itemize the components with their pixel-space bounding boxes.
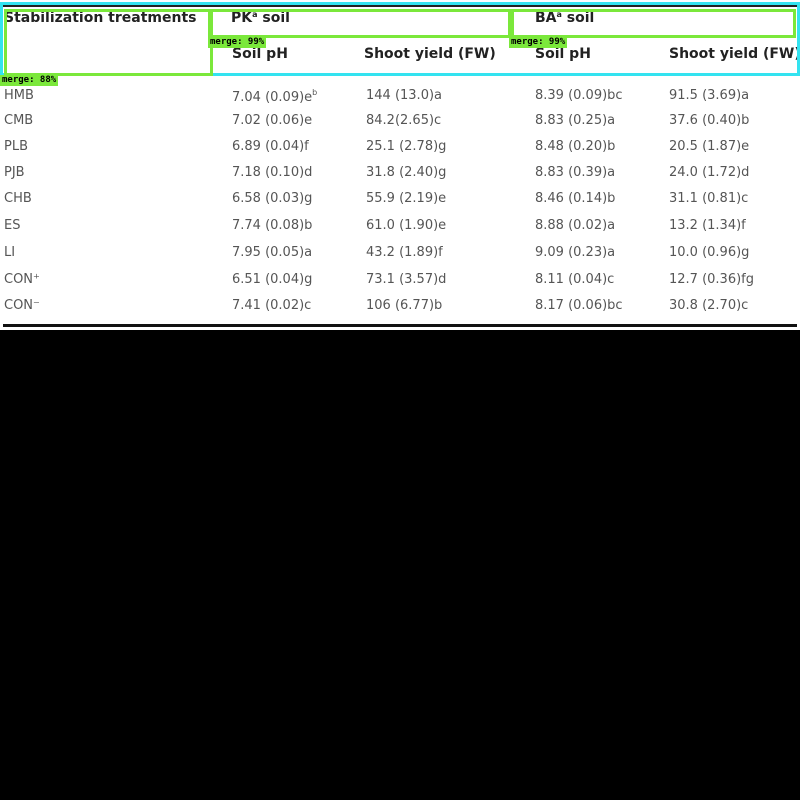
cell-text: 31.8 (2.40)g (366, 165, 447, 180)
cell-ba-yield: 12.7 (0.36)fg (669, 272, 754, 287)
cell-ba-yield: 10.0 (0.96)g (669, 245, 749, 260)
cell-text: 43.2 (1.89)f (366, 245, 443, 260)
cell-pk-ph: 7.95 (0.05)a (232, 245, 312, 260)
cell-text: 7.18 (0.10)d (232, 165, 313, 180)
cell-text: CON⁻ (4, 298, 40, 313)
cell-ba-ph: 8.88 (0.02)a (535, 218, 615, 233)
pk-detection-box (208, 9, 511, 38)
cell-ba-yield: 13.2 (1.34)f (669, 218, 746, 233)
cell-text: 24.0 (1.72)d (669, 165, 750, 180)
cell-pk-ph: 7.02 (0.06)e (232, 113, 312, 128)
cell-ba-ph: 8.48 (0.20)b (535, 139, 615, 154)
cell-pk-yield: 144 (13.0)a (366, 88, 442, 103)
cell-name: LI (4, 245, 15, 260)
cell-text: 144 (13.0)a (366, 88, 443, 103)
cell-text: 55.9 (2.19)e (366, 191, 447, 206)
cell-ba-ph: 8.39 (0.09)bc (535, 88, 623, 103)
cell-pk-ph: 7.41 (0.02)c (232, 298, 311, 313)
cell-footnote: b (312, 88, 318, 97)
cell-pk-ph: 7.74 (0.08)b (232, 218, 312, 233)
cell-text: LI (4, 245, 16, 260)
cell-pk-yield: 25.1 (2.78)g (366, 139, 446, 154)
cell-ba-yield: 24.0 (1.72)d (669, 165, 749, 180)
pk-merge-tag: merge: 99% (208, 37, 267, 48)
cell-ba-ph: 8.17 (0.06)bc (535, 298, 623, 313)
cell-ba-yield: 31.1 (0.81)c (669, 191, 748, 206)
treatments-merge-tag: merge: 88% (0, 75, 59, 86)
cell-ba-yield: 20.5 (1.87)e (669, 139, 749, 154)
cell-pk-yield: 106 (6.77)b (366, 298, 442, 313)
cell-pk-yield: 31.8 (2.40)g (366, 165, 446, 180)
ba-detection-box (511, 9, 796, 38)
cell-text: 30.8 (2.70)c (669, 298, 749, 313)
table-bottom-rule (3, 324, 797, 327)
cell-ba-ph: 8.83 (0.25)a (535, 113, 615, 128)
cell-text: PJB (4, 165, 25, 180)
cell-pk-yield: 43.2 (1.89)f (366, 245, 443, 260)
cell-pk-yield: 61.0 (1.90)e (366, 218, 446, 233)
cell-text: 6.51 (0.04)g (232, 272, 313, 287)
cell-ba-yield: 37.6 (0.40)b (669, 113, 749, 128)
cell-text: 10.0 (0.96)g (669, 245, 750, 260)
cell-text: 8.48 (0.20)b (535, 139, 616, 154)
ba-merge-tag: merge: 99% (509, 37, 568, 48)
cell-pk-yield: 84.2(2.65)c (366, 113, 441, 128)
cell-pk-ph: 6.58 (0.03)g (232, 191, 312, 206)
cell-text: 25.1 (2.78)g (366, 139, 447, 154)
cell-name: PLB (4, 139, 28, 154)
cell-pk-yield: 55.9 (2.19)e (366, 191, 446, 206)
cell-text: CON⁺ (4, 272, 40, 287)
cell-pk-ph: 7.18 (0.10)d (232, 165, 312, 180)
cell-text: 37.6 (0.40)b (669, 113, 750, 128)
cell-ba-ph: 8.46 (0.14)b (535, 191, 615, 206)
cell-text: 8.17 (0.06)bc (535, 298, 623, 313)
cell-ba-yield: 30.8 (2.70)c (669, 298, 748, 313)
cell-text: 12.7 (0.36)fg (669, 272, 754, 287)
cell-text: 7.95 (0.05)a (232, 245, 313, 260)
cell-text: 20.5 (1.87)e (669, 139, 750, 154)
cell-text: 7.41 (0.02)c (232, 298, 312, 313)
cell-text: 13.2 (1.34)f (669, 218, 746, 233)
cell-name: CMB (4, 113, 33, 128)
treatments-detection-box (4, 9, 213, 76)
cell-ba-ph: 9.09 (0.23)a (535, 245, 615, 260)
cell-text: 61.0 (1.90)e (366, 218, 447, 233)
cell-pk-yield: 73.1 (3.57)d (366, 272, 446, 287)
cell-text: 8.11 (0.04)c (535, 272, 615, 287)
cell-text: 8.83 (0.39)a (535, 165, 616, 180)
cell-text: 6.89 (0.04)f (232, 139, 309, 154)
cell-text: CHB (4, 191, 32, 206)
cell-name: ES (4, 218, 20, 233)
cell-text: 7.04 (0.09)e (232, 90, 313, 105)
cell-text: 8.39 (0.09)bc (535, 88, 623, 103)
cell-ba-ph: 8.11 (0.04)c (535, 272, 614, 287)
cell-text: 6.58 (0.03)g (232, 191, 313, 206)
cell-name: CON⁻ (4, 298, 40, 313)
cell-ba-ph: 8.83 (0.39)a (535, 165, 615, 180)
cell-text: HMB (4, 88, 34, 103)
cell-name: CHB (4, 191, 32, 206)
cell-name: HMB (4, 88, 34, 103)
cell-text: 7.02 (0.06)e (232, 113, 313, 128)
cell-name: PJB (4, 165, 25, 180)
cell-text: ES (4, 218, 21, 233)
cell-text: 9.09 (0.23)a (535, 245, 616, 260)
cell-ba-yield: 91.5 (3.69)a (669, 88, 749, 103)
cell-pk-ph: 7.04 (0.09)eb (232, 88, 317, 105)
cell-text: PLB (4, 139, 29, 154)
cell-text: 91.5 (3.69)a (669, 88, 750, 103)
cell-pk-ph: 6.51 (0.04)g (232, 272, 312, 287)
cell-text: 106 (6.77)b (366, 298, 443, 313)
cell-text: 8.83 (0.25)a (535, 113, 616, 128)
cell-pk-ph: 6.89 (0.04)f (232, 139, 309, 154)
cell-text: 8.88 (0.02)a (535, 218, 616, 233)
cell-name: CON⁺ (4, 272, 40, 287)
cell-text: CMB (4, 113, 34, 128)
cell-text: 7.74 (0.08)b (232, 218, 313, 233)
cell-text: 8.46 (0.14)b (535, 191, 616, 206)
cell-text: 73.1 (3.57)d (366, 272, 447, 287)
cell-text: 31.1 (0.81)c (669, 191, 749, 206)
cell-text: 84.2(2.65)c (366, 113, 442, 128)
